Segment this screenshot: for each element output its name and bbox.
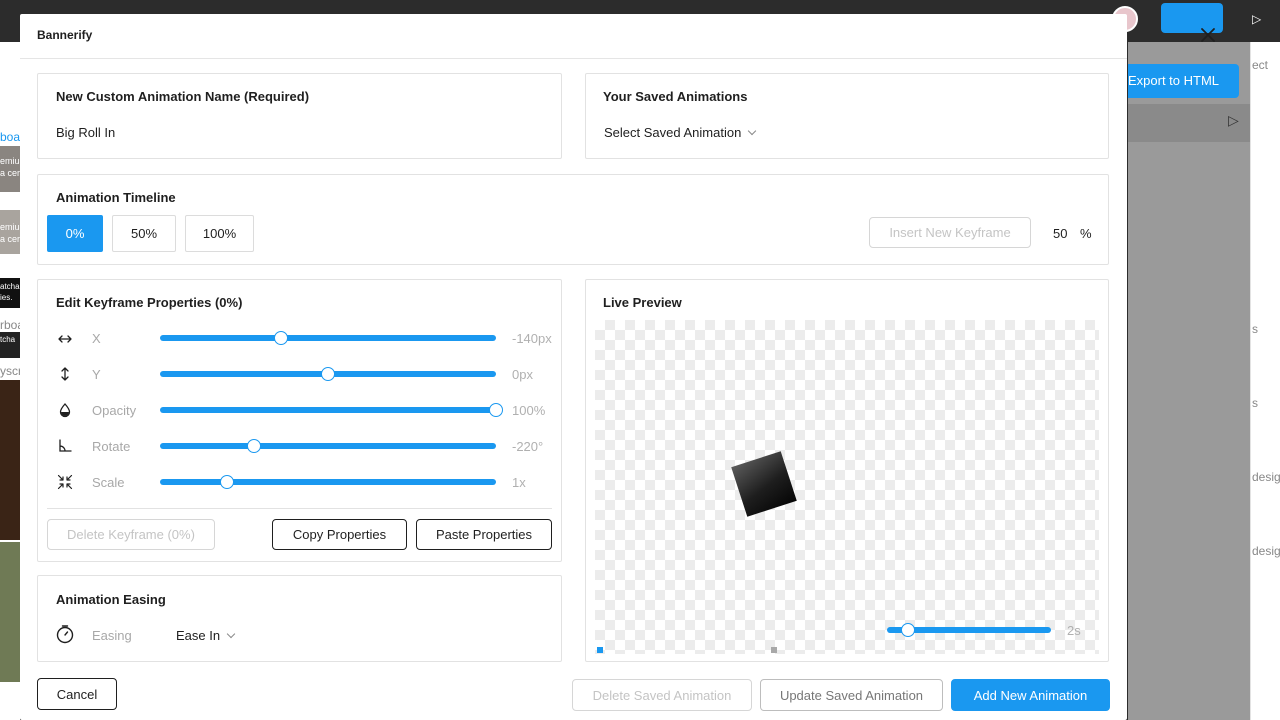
properties-divider <box>47 508 552 509</box>
left-panel-text: atcha <box>0 282 20 291</box>
percent-unit: % <box>1080 226 1092 241</box>
paste-properties-button[interactable]: Paste Properties <box>416 519 552 550</box>
delete-saved-animation-button[interactable]: Delete Saved Animation <box>572 679 752 711</box>
left-panel-text: a cer <box>0 168 20 178</box>
left-panel-text: emiu <box>0 222 20 232</box>
property-label-scale: Scale <box>92 475 125 490</box>
cancel-button[interactable]: Cancel <box>37 678 117 710</box>
panel-side-text: s <box>1252 396 1258 410</box>
left-panel-text: a cer <box>0 234 20 244</box>
saved-animation-select[interactable]: Select Saved Animation <box>604 125 757 140</box>
layers-panel: boa emiu a cer emiu a cer atcha ies. rbo… <box>0 42 20 720</box>
scrubber-knob[interactable] <box>901 623 916 637</box>
thumbnail[interactable] <box>0 210 20 254</box>
panel-overlay <box>1128 42 1250 720</box>
left-panel-text: emiu <box>0 156 20 166</box>
easing-select-value: Ease In <box>176 628 221 643</box>
update-saved-animation-button[interactable]: Update Saved Animation <box>760 679 943 711</box>
preview-duration: 2s <box>1067 623 1081 638</box>
insert-keyframe-button[interactable]: Insert New Keyframe <box>869 217 1031 248</box>
timeline-title: Animation Timeline <box>56 190 176 205</box>
left-panel-text: yscr <box>0 364 20 378</box>
properties-panel: Export to HTML ▷ ect s s desig desig <box>1128 42 1280 720</box>
modal-header: Bannerify <box>20 14 1127 59</box>
property-value-scale: 1x <box>512 475 526 490</box>
preview-object <box>731 451 797 517</box>
stopwatch-icon <box>56 625 74 644</box>
saved-animations-card <box>585 73 1109 159</box>
keyframe-properties-title: Edit Keyframe Properties (0%) <box>56 295 243 310</box>
add-new-animation-button[interactable]: Add New Animation <box>951 679 1110 711</box>
slider-knob[interactable] <box>321 367 335 381</box>
animation-name-input[interactable]: Big Roll In <box>56 125 115 140</box>
left-panel-text: rboa <box>0 318 20 332</box>
property-label-rotate: Rotate <box>92 439 131 454</box>
play-icon[interactable]: ▷ <box>1252 12 1261 26</box>
angle-icon <box>59 439 72 452</box>
panel-side-text: desig <box>1252 544 1280 558</box>
thumbnail[interactable] <box>0 542 20 682</box>
export-html-button[interactable]: Export to HTML <box>1128 64 1239 98</box>
slider-x[interactable] <box>160 331 496 345</box>
property-label-x: X <box>92 331 101 346</box>
slider-opacity[interactable] <box>160 403 503 417</box>
animation-easing-card <box>37 575 562 662</box>
copy-properties-button[interactable]: Copy Properties <box>272 519 407 550</box>
preview-canvas: 2s <box>595 320 1099 654</box>
slider-knob[interactable] <box>273 331 288 345</box>
chevron-down-icon <box>748 126 757 136</box>
easing-label: Easing <box>92 628 132 643</box>
left-panel-text: boa <box>0 130 20 144</box>
easing-select[interactable]: Ease In <box>176 628 236 643</box>
slider-scale[interactable] <box>160 475 496 489</box>
slider-y[interactable] <box>160 367 496 381</box>
saved-animation-select-value: Select Saved Animation <box>604 125 742 140</box>
left-panel-text: ies. <box>0 293 13 302</box>
keyframe-marker-50[interactable] <box>771 647 777 653</box>
play-preview-icon[interactable]: ▷ <box>1228 112 1239 129</box>
modal-title: Bannerify <box>37 28 93 42</box>
property-value-y: 0px <box>512 367 533 382</box>
property-value-opacity: 100% <box>512 403 546 418</box>
panel-side-text: desig <box>1252 470 1280 484</box>
saved-animations-title: Your Saved Animations <box>603 89 748 104</box>
close-icon[interactable] <box>1197 24 1219 46</box>
animation-name-title: New Custom Animation Name (Required) <box>56 89 310 104</box>
tab-keyframe-50[interactable]: 50% <box>112 215 176 252</box>
property-label-y: Y <box>92 367 101 382</box>
slider-rotate[interactable] <box>160 439 496 453</box>
tab-keyframe-0[interactable]: 0% <box>47 215 103 252</box>
tab-keyframe-100[interactable]: 100% <box>185 215 254 252</box>
property-value-x: -140px <box>512 331 552 346</box>
panel-edge <box>1250 42 1280 720</box>
panel-side-text: s <box>1252 322 1258 336</box>
animation-name-card <box>37 73 562 159</box>
live-preview-title: Live Preview <box>603 295 682 310</box>
left-panel-text: tcha <box>0 335 16 344</box>
keyframe-percent-input[interactable]: 50 <box>1053 226 1067 241</box>
slider-knob[interactable] <box>489 403 503 417</box>
delete-keyframe-button[interactable]: Delete Keyframe (0%) <box>47 519 215 550</box>
thumbnail[interactable] <box>0 380 20 540</box>
horizontal-arrows-icon <box>58 335 72 343</box>
panel-side-text: ect <box>1252 58 1269 72</box>
drop-icon <box>59 403 71 418</box>
compress-icon <box>57 474 73 490</box>
keyframe-marker-0[interactable] <box>597 647 603 653</box>
vertical-arrows-icon <box>61 367 69 381</box>
property-value-rotate: -220° <box>512 439 544 454</box>
property-label-opacity: Opacity <box>92 403 137 418</box>
chevron-down-icon <box>226 629 236 639</box>
easing-title: Animation Easing <box>56 592 166 607</box>
preview-scrubber[interactable] <box>887 623 1051 637</box>
slider-knob[interactable] <box>247 439 262 453</box>
